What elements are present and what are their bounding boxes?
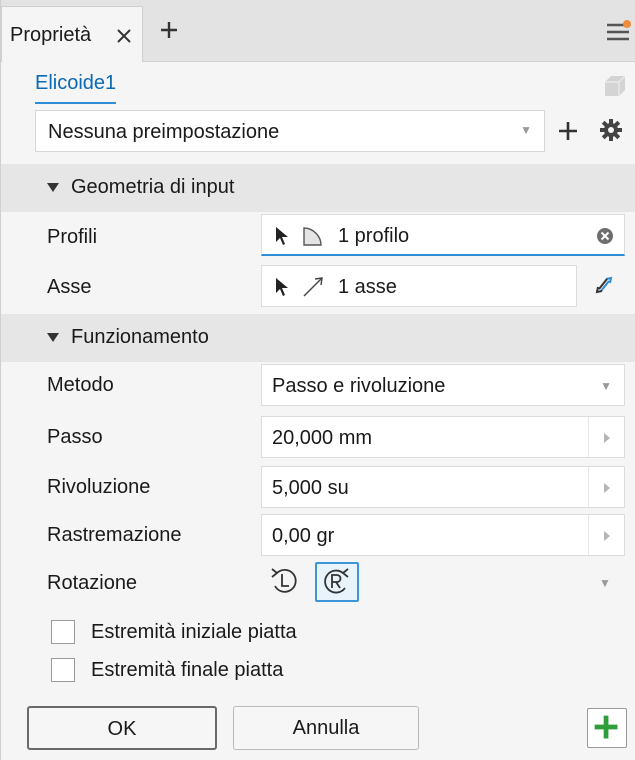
collapse-triangle-icon bbox=[47, 333, 59, 342]
flat-start-checkbox[interactable] bbox=[51, 620, 75, 644]
apply-add-button[interactable] bbox=[587, 708, 627, 748]
rotate-left-icon[interactable] bbox=[269, 564, 301, 596]
pitch-input[interactable]: 20,000 mm bbox=[261, 416, 625, 458]
profiles-value: 1 profilo bbox=[338, 225, 410, 247]
section-title: Funzionamento bbox=[71, 326, 209, 348]
green-plus-icon bbox=[594, 715, 618, 739]
chevron-down-icon[interactable]: ▼ bbox=[599, 576, 611, 590]
revolution-input[interactable]: 5,000 su bbox=[261, 466, 625, 508]
tab-label: Proprietà bbox=[10, 24, 92, 46]
chevron-down-icon: ▼ bbox=[520, 123, 532, 137]
pitch-label: Passo bbox=[47, 426, 103, 448]
preset-value: Nessuna preimpostazione bbox=[48, 121, 280, 143]
pitch-value: 20,000 mm bbox=[272, 427, 373, 449]
rotate-right-button[interactable] bbox=[315, 562, 359, 602]
taper-input[interactable]: 0,00 gr bbox=[261, 514, 625, 556]
expand-arrow-icon[interactable] bbox=[588, 467, 624, 507]
axis-selector[interactable]: 1 asse bbox=[261, 265, 577, 307]
expand-arrow-icon[interactable] bbox=[588, 417, 624, 457]
preset-dropdown[interactable]: Nessuna preimpostazione ▼ bbox=[35, 110, 545, 152]
clear-icon[interactable] bbox=[596, 227, 614, 245]
ok-button[interactable]: OK bbox=[27, 706, 217, 750]
flip-icon[interactable] bbox=[593, 274, 615, 296]
feature-name-tab[interactable]: Elicoide1 bbox=[35, 72, 117, 104]
flat-end-checkbox[interactable] bbox=[51, 658, 75, 682]
close-icon[interactable] bbox=[114, 26, 134, 46]
revolution-label: Rivoluzione bbox=[47, 476, 151, 498]
axis-label: Asse bbox=[47, 276, 92, 298]
cursor-icon bbox=[276, 278, 288, 296]
menu-icon[interactable] bbox=[605, 20, 631, 42]
section-behavior[interactable]: Funzionamento bbox=[1, 314, 635, 362]
rotate-right-icon bbox=[324, 568, 349, 594]
axis-value: 1 asse bbox=[338, 276, 397, 298]
profile-shape-icon bbox=[303, 227, 322, 246]
flat-end-label: Estremità finale piatta bbox=[91, 659, 284, 681]
add-tab-icon[interactable] bbox=[159, 20, 179, 40]
method-value: Passo e rivoluzione bbox=[272, 375, 446, 397]
collapse-triangle-icon bbox=[47, 183, 59, 192]
expand-arrow-icon[interactable] bbox=[588, 515, 624, 555]
rotation-label: Rotazione bbox=[47, 572, 138, 594]
tab-properties[interactable]: Proprietà bbox=[1, 6, 143, 62]
cube-icon bbox=[605, 75, 626, 96]
chevron-down-icon: ▼ bbox=[600, 379, 612, 393]
tab-bar: Proprietà bbox=[1, 0, 635, 62]
method-select[interactable]: Passo e rivoluzione ▼ bbox=[261, 364, 625, 406]
profiles-selector[interactable]: 1 profilo bbox=[261, 214, 625, 256]
taper-label: Rastremazione bbox=[47, 524, 182, 546]
cursor-icon bbox=[276, 227, 288, 245]
profiles-label: Profili bbox=[47, 226, 98, 248]
flat-start-label: Estremità iniziale piatta bbox=[91, 621, 297, 643]
gear-icon[interactable] bbox=[599, 118, 623, 142]
section-title: Geometria di input bbox=[71, 176, 235, 198]
section-input-geometry[interactable]: Geometria di input bbox=[1, 164, 635, 212]
axis-line-icon bbox=[303, 277, 323, 297]
cancel-button[interactable]: Annulla bbox=[233, 706, 419, 750]
plus-icon[interactable] bbox=[557, 120, 579, 142]
taper-value: 0,00 gr bbox=[272, 525, 335, 547]
method-label: Metodo bbox=[47, 374, 114, 396]
properties-panel: Proprietà Elicoide1 Nessuna preimpostazi… bbox=[0, 0, 635, 760]
revolution-value: 5,000 su bbox=[272, 477, 349, 499]
